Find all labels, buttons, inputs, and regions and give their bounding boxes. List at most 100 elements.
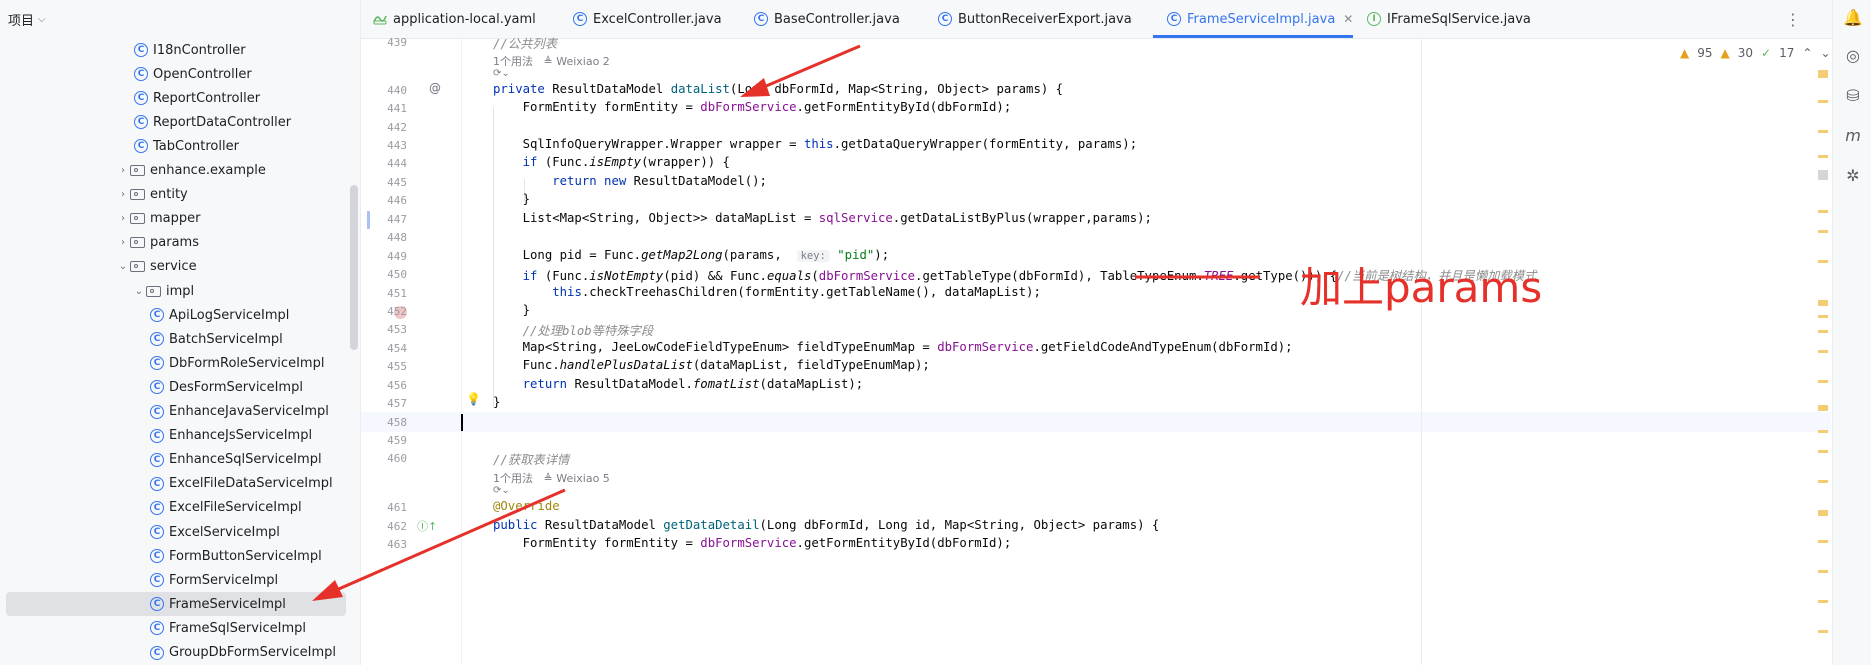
- line-number[interactable]: 454: [361, 342, 407, 355]
- tree-item[interactable]: C FrameSqlServiceImpl: [6, 616, 346, 640]
- code-hint-extra-2[interactable]: ⟳⌄: [493, 485, 510, 496]
- line-number[interactable]: 439: [361, 36, 407, 49]
- class-icon: C: [150, 332, 164, 347]
- maven-icon[interactable]: m: [1843, 126, 1863, 146]
- tab-frame-service-impl[interactable]: C FrameServiceImpl.java ✕: [1167, 0, 1353, 38]
- tree-item[interactable]: C EnhanceJsServiceImpl: [6, 424, 346, 448]
- line-number[interactable]: 463: [361, 538, 407, 551]
- tree-item[interactable]: C ExcelFileDataServiceImpl: [6, 472, 346, 496]
- project-panel-title[interactable]: 项目: [8, 10, 34, 29]
- tree-item[interactable]: C EnhanceSqlServiceImpl: [6, 448, 346, 472]
- tree-item[interactable]: C GroupDbFormServiceImpl: [6, 641, 346, 665]
- line-number[interactable]: 457: [361, 397, 407, 410]
- tree-item[interactable]: C ApiLogServiceImpl: [6, 303, 346, 327]
- tree-item-label: EnhanceJsServiceImpl: [169, 428, 313, 444]
- lightbulb-icon[interactable]: 💡: [466, 392, 481, 406]
- line-number[interactable]: 445: [361, 176, 407, 189]
- tab-base-controller[interactable]: C BaseController.java: [754, 0, 900, 38]
- tree-item[interactable]: ⌄ impl: [6, 279, 346, 303]
- chevron-down-icon[interactable]: ⌄: [116, 261, 130, 272]
- line-number[interactable]: 444: [361, 157, 407, 170]
- line-number[interactable]: 456: [361, 379, 407, 392]
- tree-item[interactable]: C ExcelFileServiceImpl: [6, 496, 346, 520]
- tree-item[interactable]: C EnhanceJavaServiceImpl: [6, 400, 346, 424]
- chevron-right-icon[interactable]: ›: [116, 189, 130, 200]
- tree-item[interactable]: C FormButtonServiceImpl: [6, 544, 346, 568]
- chevron-right-icon[interactable]: ›: [116, 213, 130, 224]
- usage-count: 1个用法: [493, 472, 533, 485]
- tree-item[interactable]: C ExcelServiceImpl: [6, 520, 346, 544]
- weak-warning-icon: ▲: [1720, 46, 1730, 60]
- tab-button-receiver-export[interactable]: C ButtonReceiverExport.java: [938, 0, 1132, 38]
- at-sign-icon[interactable]: @: [429, 81, 441, 95]
- code-hint-usages[interactable]: 1个用法 ≜ Weixiao 2: [493, 53, 610, 69]
- project-scrollbar[interactable]: [350, 185, 358, 350]
- line-number[interactable]: 461: [361, 501, 407, 514]
- line-number[interactable]: 441: [361, 102, 407, 115]
- notifications-icon[interactable]: 🔔: [1843, 8, 1863, 28]
- tree-item[interactable]: C ReportController: [6, 86, 346, 110]
- project-panel-header[interactable]: 项目 ⌵: [0, 0, 360, 38]
- line-number[interactable]: 449: [361, 250, 407, 263]
- line-number[interactable]: 446: [361, 194, 407, 207]
- line-number[interactable]: 453: [361, 323, 407, 336]
- line-number[interactable]: 440: [361, 84, 407, 97]
- close-icon[interactable]: ✕: [1343, 12, 1353, 26]
- line-number[interactable]: 458: [361, 416, 407, 429]
- line-number[interactable]: 450: [361, 268, 407, 281]
- code-line-440: private ResultDataModel dataList(Long db…: [493, 82, 1064, 96]
- copilot-icon[interactable]: ◎: [1843, 46, 1863, 66]
- code-hint-usages-2[interactable]: 1个用法 ≜ Weixiao 5: [493, 470, 610, 486]
- line-number[interactable]: 442: [361, 121, 407, 134]
- tree-item[interactable]: C FormServiceImpl: [6, 568, 346, 592]
- tree-item[interactable]: C DesFormServiceImpl: [6, 375, 346, 399]
- tree-item[interactable]: C DbFormRoleServiceImpl: [6, 351, 346, 375]
- database-icon[interactable]: ⛁: [1843, 86, 1863, 106]
- line-number[interactable]: 452: [361, 305, 407, 318]
- override-marker-icon[interactable]: Ⓘ↑: [417, 518, 437, 534]
- package-folder-icon: [130, 213, 145, 225]
- tree-item[interactable]: C FrameServiceImpl: [6, 592, 346, 617]
- tree-item[interactable]: C I18nController: [6, 38, 346, 62]
- tab-label: ButtonReceiverExport.java: [958, 11, 1132, 27]
- error-stripe[interactable]: [1818, 60, 1828, 660]
- tab-excel-controller[interactable]: C ExcelController.java: [573, 0, 722, 38]
- plugin-icon[interactable]: ✲: [1843, 166, 1863, 186]
- line-number[interactable]: 448: [361, 231, 407, 244]
- code-line-460: //获取表详情: [493, 450, 569, 468]
- project-panel: 项目 ⌵ C I18nController C OpenController C Repo…: [0, 0, 361, 665]
- tree-item[interactable]: › entity: [6, 183, 346, 207]
- more-tabs-icon[interactable]: ⋮: [1785, 0, 1801, 38]
- chevron-right-icon[interactable]: ›: [116, 165, 130, 176]
- line-number[interactable]: 459: [361, 434, 407, 447]
- tree-item[interactable]: C ReportDataController: [6, 110, 346, 134]
- code-editor[interactable]: @ 💡 Ⓘ↑ 439 440 441 442 443 444 445 446 447 448 449…: [361, 36, 1831, 665]
- line-number[interactable]: 460: [361, 452, 407, 465]
- chevron-down-icon[interactable]: ⌵: [38, 14, 46, 25]
- line-number[interactable]: 447: [361, 213, 407, 226]
- code-hint-extra[interactable]: ⟳⌄: [493, 68, 510, 79]
- inspection-widget[interactable]: ▲ 95 ▲ 30 ✓ 17 ⌃ ⌄: [1680, 46, 1831, 60]
- tree-item[interactable]: C BatchServiceImpl: [6, 327, 346, 351]
- class-icon: C: [754, 12, 768, 26]
- usage-count: 1个用法: [493, 55, 533, 68]
- tree-item[interactable]: C OpenController: [6, 62, 346, 86]
- line-number[interactable]: 443: [361, 139, 407, 152]
- line-number[interactable]: 462: [361, 520, 407, 533]
- chevron-right-icon[interactable]: ›: [116, 237, 130, 248]
- class-icon: C: [134, 139, 148, 154]
- tab-application-local-yaml[interactable]: application-local.yaml: [373, 0, 536, 38]
- chevron-up-icon[interactable]: ⌃: [1802, 46, 1812, 60]
- tree-item[interactable]: ⌄ service: [6, 255, 346, 279]
- tab-iframe-sql-service[interactable]: I IFrameSqlService.java: [1367, 0, 1531, 38]
- line-number[interactable]: 455: [361, 360, 407, 373]
- tree-item[interactable]: › enhance.example: [6, 159, 346, 183]
- line-number[interactable]: 451: [361, 287, 407, 300]
- chevron-down-icon[interactable]: ⌄: [132, 286, 146, 297]
- tree-item[interactable]: › params: [6, 231, 346, 255]
- chevron-down-icon[interactable]: ⌄: [1820, 46, 1830, 60]
- class-icon: C: [938, 12, 952, 26]
- tree-item[interactable]: › mapper: [6, 207, 346, 231]
- tree-item-label: TabController: [153, 138, 239, 154]
- tree-item[interactable]: C TabController: [6, 134, 346, 158]
